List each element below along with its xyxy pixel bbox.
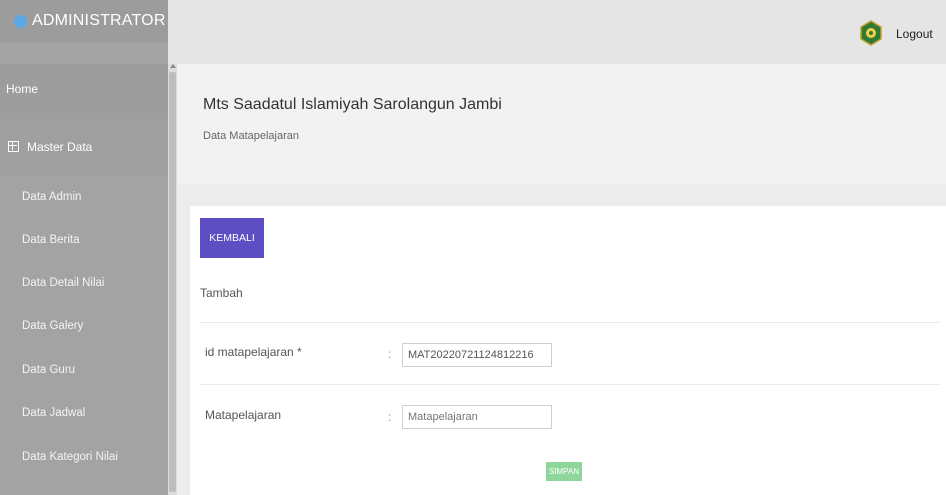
field-colon: : — [388, 410, 392, 424]
brand-icon — [14, 14, 27, 28]
sidebar-item-master-data[interactable]: Master Data — [0, 118, 168, 176]
top-bar — [168, 0, 946, 64]
scroll-up-icon[interactable] — [170, 64, 176, 68]
sidebar-item-label: Master Data — [27, 140, 93, 154]
page-subtitle: Data Matapelajaran — [203, 130, 300, 142]
sidebar-item-label: Data Galery — [22, 320, 84, 332]
matapelajaran-label: Matapelajaran — [205, 408, 282, 422]
sidebar-item-data-admin[interactable]: Data Admin — [0, 176, 168, 218]
sidebar-item-label: Data Admin — [22, 191, 82, 203]
table-icon — [8, 141, 19, 152]
sidebar-scrollbar[interactable] — [168, 64, 177, 495]
divider — [200, 384, 940, 385]
sidebar-item-data-jadwal[interactable]: Data Jadwal — [0, 392, 168, 434]
divider — [200, 322, 940, 323]
form-section-title: Tambah — [200, 286, 243, 300]
sidebar-item-label: Data Berita — [22, 234, 80, 246]
sidebar-item-label: Data Detail Nilai — [22, 277, 105, 289]
id-matapelajaran-label: id matapelajaran * — [205, 345, 302, 359]
sidebar-item-label: Home — [6, 82, 39, 96]
sidebar-item-data-berita[interactable]: Data Berita — [0, 219, 168, 261]
back-button[interactable]: KEMBALI — [200, 218, 264, 258]
id-matapelajaran-input[interactable] — [402, 343, 552, 367]
field-colon: : — [388, 347, 392, 361]
sidebar-item-label: Data Guru — [22, 364, 76, 376]
matapelajaran-input[interactable] — [402, 405, 552, 429]
brand[interactable]: ADMINISTRATOR — [0, 0, 168, 42]
brand-title: ADMINISTRATOR — [32, 12, 166, 29]
sidebar-item-label: Data Jadwal — [22, 407, 86, 419]
page-title: Mts Saadatul Islamiyah Sarolangun Jambi — [203, 96, 502, 113]
page-header — [178, 64, 946, 184]
logout-link[interactable]: Logout — [896, 27, 933, 41]
sidebar-item-data-kategori-nilai[interactable]: Data Kategori Nilai — [0, 436, 168, 478]
sidebar-item-data-galery[interactable]: Data Galery — [0, 305, 168, 347]
sidebar-item-data-guru[interactable]: Data Guru — [0, 349, 168, 391]
save-button[interactable]: SIMPAN — [546, 462, 582, 481]
sidebar-item-label: Data Kategori Nilai — [22, 451, 118, 463]
school-emblem-icon — [860, 20, 882, 46]
scrollbar-thumb[interactable] — [169, 72, 176, 492]
sidebar-item-data-detail-nilai[interactable]: Data Detail Nilai — [0, 262, 168, 304]
sidebar-item-home[interactable]: Home — [0, 64, 168, 118]
form-card — [190, 206, 946, 495]
